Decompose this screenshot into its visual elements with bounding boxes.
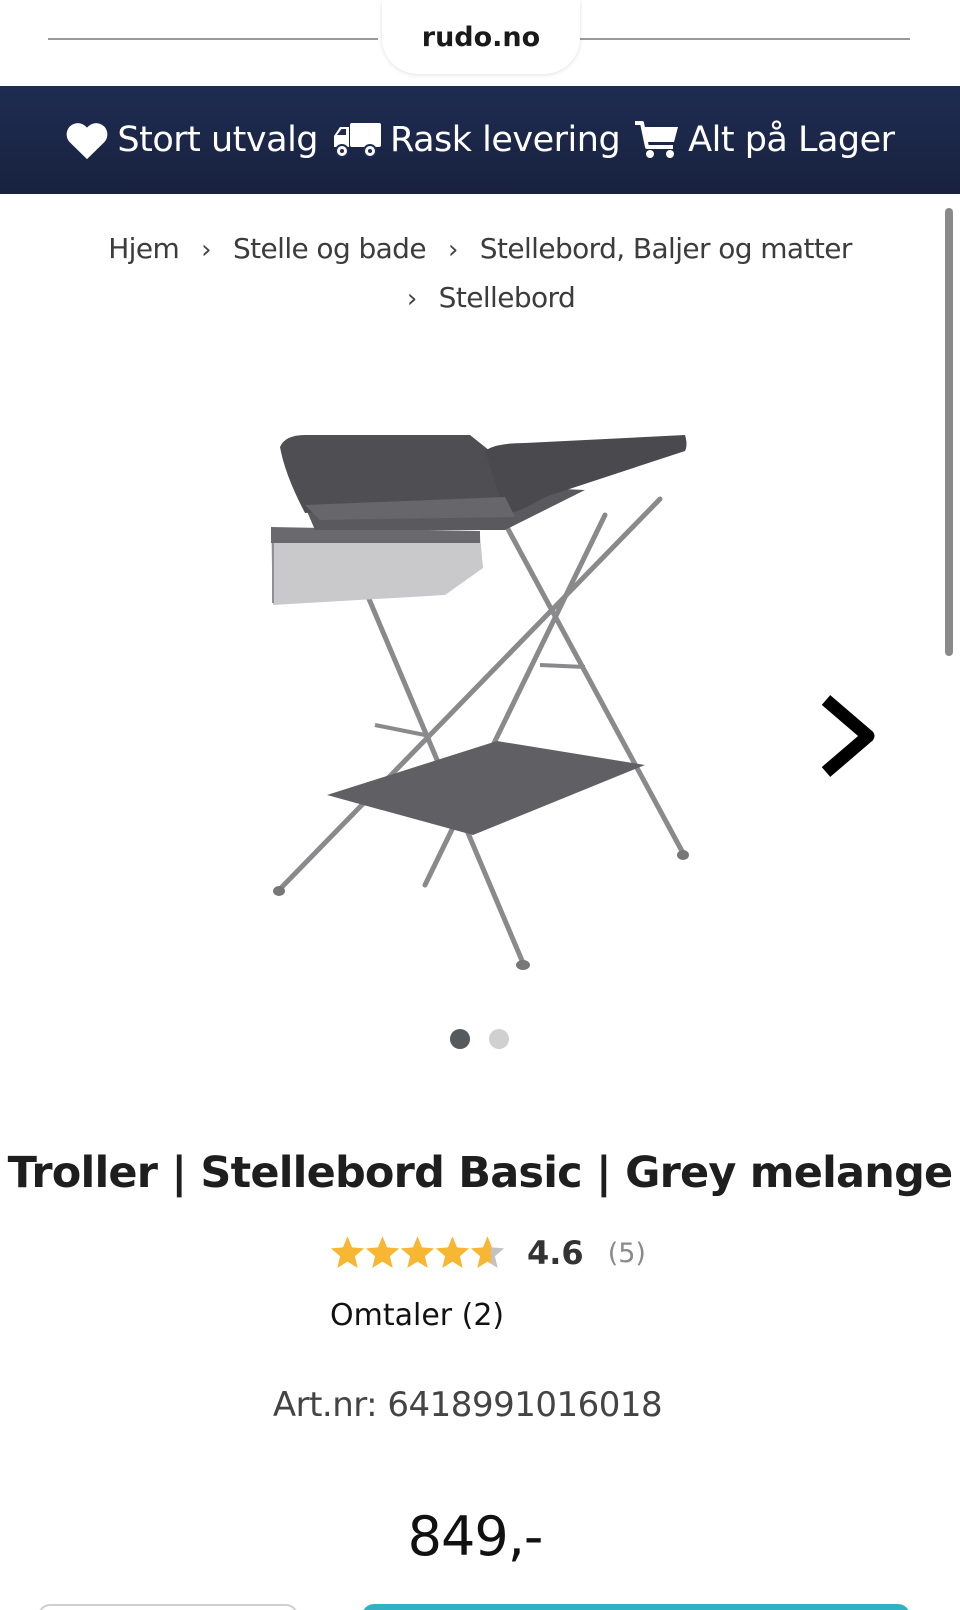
- promo-label-stock: Alt på Lager: [688, 120, 895, 160]
- heart-icon: [67, 123, 108, 160]
- product-price: 849,-: [407, 1505, 544, 1568]
- star-icon: [330, 1236, 365, 1269]
- breadcrumb: Hjem › Stelle og bade › Stellebord, Baljer o…: [60, 225, 900, 323]
- quantity-selector[interactable]: [38, 1604, 298, 1610]
- rating-stars: [330, 1236, 505, 1270]
- address-bar-divider-left: [48, 38, 378, 40]
- breadcrumb-changing-tables[interactable]: Stellebord: [439, 281, 576, 314]
- article-number: Art.nr: 6418991016018: [272, 1385, 663, 1425]
- gallery-next-arrow[interactable]: [818, 690, 878, 780]
- chevron-right-icon: ›: [201, 235, 211, 265]
- reviews-link[interactable]: Omtaler (2): [330, 1298, 504, 1333]
- chevron-right-icon: ›: [406, 284, 417, 314]
- truck-icon: [334, 123, 382, 158]
- gallery-dot-2[interactable]: [489, 1029, 509, 1049]
- rating-value: 4.6: [527, 1234, 584, 1272]
- rating-count: (5): [607, 1237, 646, 1269]
- product-title: Troller | Stellebord Basic | Grey melang…: [7, 1148, 954, 1198]
- star-icon: [365, 1236, 400, 1269]
- add-to-cart-button[interactable]: [362, 1604, 910, 1610]
- browser-address-bar: rudo.no: [0, 0, 960, 86]
- gallery-pagination: [450, 1029, 528, 1049]
- cart-icon: [635, 121, 679, 158]
- star-icon: [400, 1236, 435, 1269]
- product-rating[interactable]: 4.6 (5): [330, 1231, 646, 1275]
- promo-item-stock: Alt på Lager: [634, 120, 895, 160]
- promo-label-delivery: Rask levering: [390, 120, 621, 160]
- breadcrumb-home[interactable]: Hjem: [108, 232, 180, 265]
- url-text: rudo.no: [421, 21, 541, 53]
- promo-item-delivery: Rask levering: [332, 120, 621, 160]
- promo-banner: Stort utvalg Rask levering Alt på Lager: [0, 86, 960, 194]
- half-star-icon: [470, 1236, 505, 1269]
- address-bar-divider-right: [578, 38, 910, 40]
- promo-item-selection: Stort utvalg: [65, 120, 319, 160]
- url-pill[interactable]: rudo.no: [382, 0, 580, 74]
- breadcrumb-changing-tables-tubs-mats[interactable]: Stellebord, Baljer og matter: [480, 232, 853, 265]
- breadcrumb-care-bath[interactable]: Stelle og bade: [233, 232, 427, 265]
- page-scrollbar[interactable]: [945, 208, 953, 656]
- promo-label-selection: Stort utvalg: [117, 120, 319, 160]
- star-icon: [435, 1236, 470, 1269]
- gallery-dot-1[interactable]: [450, 1029, 470, 1049]
- chevron-right-icon: ›: [447, 235, 458, 265]
- product-image[interactable]: [265, 435, 715, 1000]
